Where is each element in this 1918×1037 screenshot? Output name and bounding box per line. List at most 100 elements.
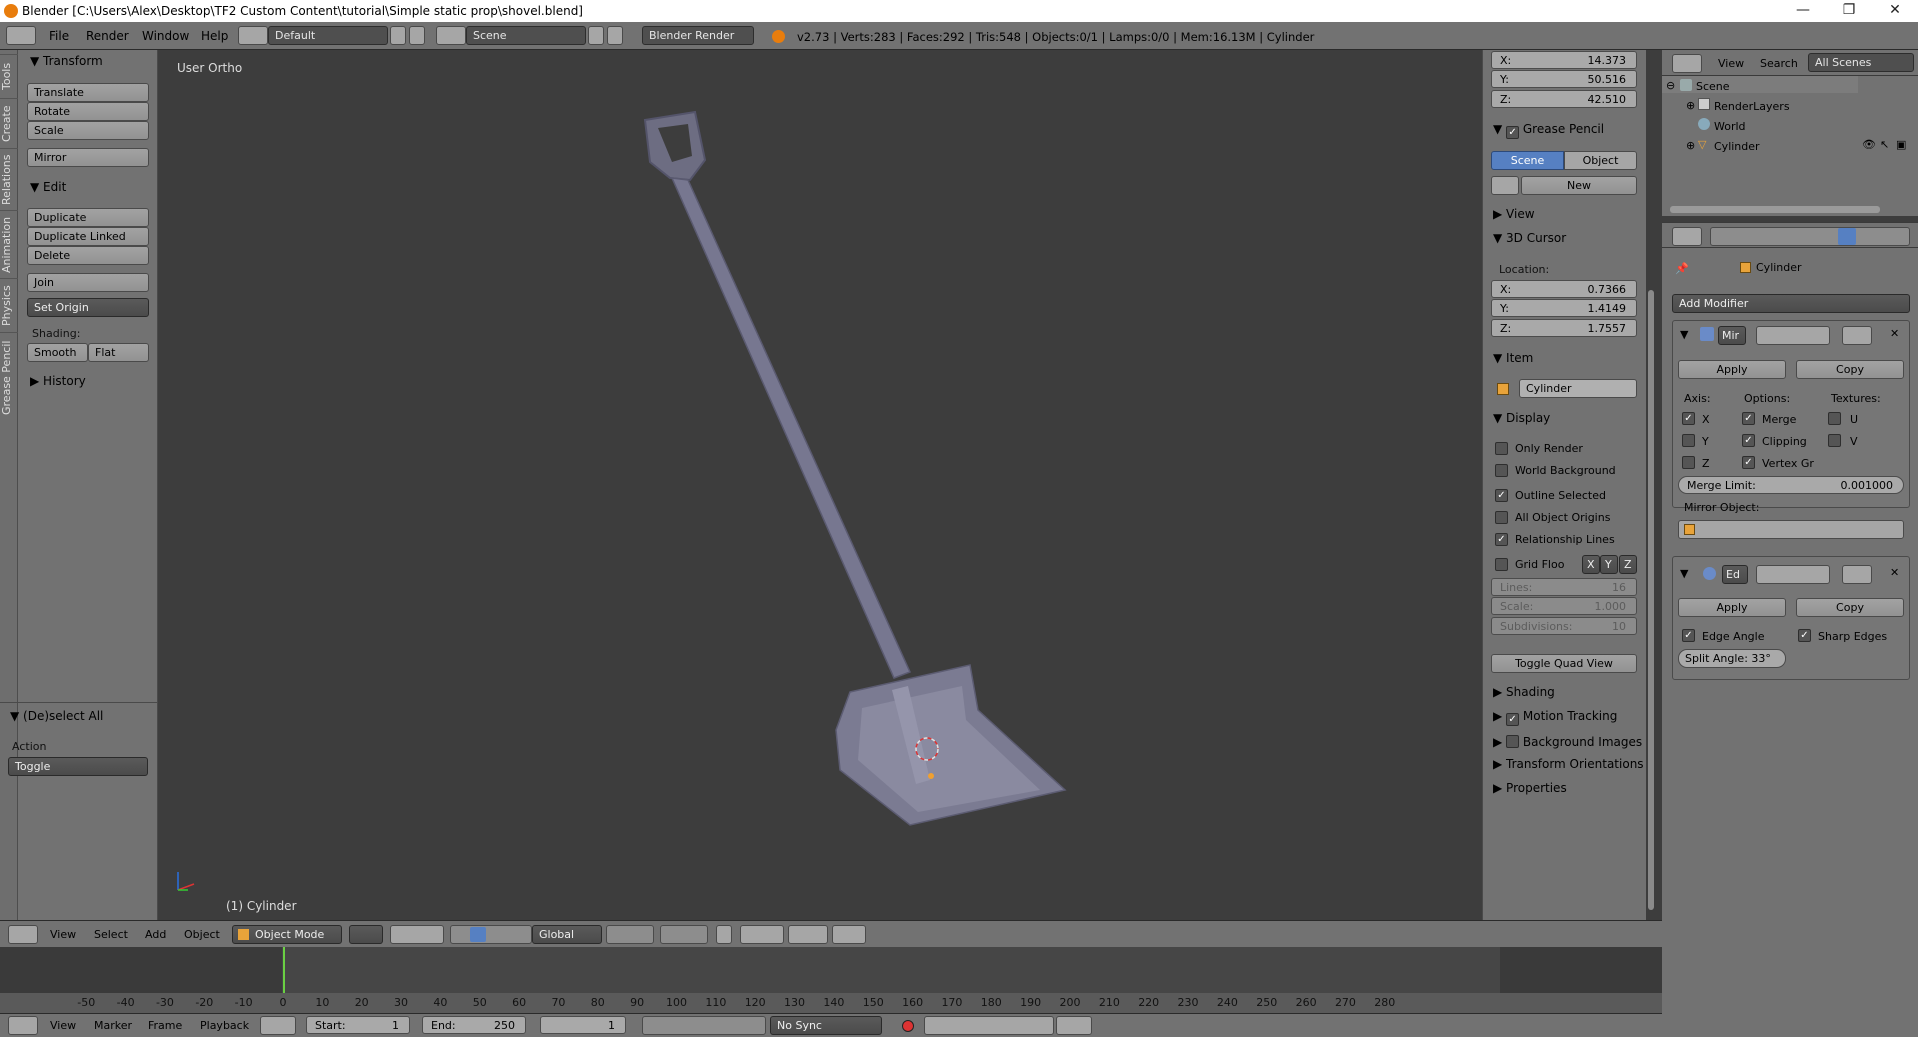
properties-editor-icon[interactable] xyxy=(1672,227,1702,246)
pin-icon[interactable]: 📌 xyxy=(1675,262,1689,275)
world-background-checkbox[interactable] xyxy=(1495,464,1508,477)
translate-manipulator-icon[interactable] xyxy=(470,927,486,942)
pivot-select[interactable] xyxy=(390,925,444,944)
outliner-scrollbar[interactable] xyxy=(1670,206,1880,213)
split-angle-field[interactable]: Split Angle: 33° xyxy=(1678,649,1786,668)
tab-scene[interactable]: Scene xyxy=(1491,151,1564,170)
motion-tracking-checkbox[interactable]: ✓ xyxy=(1506,713,1520,726)
outliner-world[interactable]: World xyxy=(1714,120,1746,133)
visibility-eye-icon[interactable]: 👁 xyxy=(1862,138,1876,151)
outliner-editor-icon[interactable] xyxy=(1672,54,1702,73)
properties-context-tabs[interactable] xyxy=(1710,227,1910,246)
set-origin-dropdown[interactable]: Set Origin xyxy=(27,298,149,317)
viewport-menu-select[interactable]: Select xyxy=(94,928,128,941)
outline-selected-checkbox[interactable]: ✓ xyxy=(1495,489,1508,502)
minimize-button[interactable]: — xyxy=(1780,2,1826,18)
edge-split-apply-button[interactable]: Apply xyxy=(1678,598,1786,617)
proportional-edit-icon[interactable] xyxy=(740,925,784,944)
background-images-checkbox[interactable] xyxy=(1506,735,1520,748)
smooth-button[interactable]: Smooth xyxy=(27,343,88,362)
current-frame-line[interactable] xyxy=(283,947,285,993)
outliner-filter-select[interactable]: All Scenes xyxy=(1808,53,1914,72)
relationship-lines-checkbox[interactable]: ✓ xyxy=(1495,533,1508,546)
grid-floor-checkbox[interactable] xyxy=(1495,558,1508,571)
mirror-copy-button[interactable]: Copy xyxy=(1796,360,1904,379)
mirror-display-toggles[interactable] xyxy=(1756,326,1830,345)
viewport-menu-object[interactable]: Object xyxy=(184,928,220,941)
layers-grid-left[interactable] xyxy=(606,925,654,944)
edit-panel-header[interactable]: ▼ Edit xyxy=(30,180,66,194)
render-preview-icon[interactable] xyxy=(832,925,866,944)
add-scene-icon[interactable] xyxy=(588,26,604,45)
tab-physics[interactable]: Physics xyxy=(0,278,18,332)
add-modifier-dropdown[interactable]: Add Modifier xyxy=(1672,294,1910,313)
sharp-edges-checkbox[interactable]: ✓ xyxy=(1798,629,1811,642)
tab-animation[interactable]: Animation xyxy=(0,210,18,278)
timeline-menu-marker[interactable]: Marker xyxy=(94,1019,132,1032)
rotation-x-field[interactable]: X: 14.373 xyxy=(1491,51,1637,69)
grid-scale-field[interactable]: Scale: 1.000 xyxy=(1491,597,1637,615)
remove-scene-icon[interactable] xyxy=(607,26,623,45)
menu-window[interactable]: Window xyxy=(142,29,189,43)
scene-select[interactable]: Scene xyxy=(466,26,586,45)
timeline-menu-frame[interactable]: Frame xyxy=(148,1019,182,1032)
outliner-view-menu[interactable]: View xyxy=(1718,57,1744,70)
viewport-shading-select[interactable] xyxy=(349,925,383,944)
axis-x-checkbox[interactable]: ✓ xyxy=(1682,412,1695,425)
transform-panel-header[interactable]: ▼ Transform xyxy=(30,54,103,68)
mirror-apply-button[interactable]: Apply xyxy=(1678,360,1786,379)
3d-cursor-panel-header[interactable]: ▼ 3D Cursor xyxy=(1493,231,1566,245)
outliner-cylinder[interactable]: Cylinder xyxy=(1714,140,1760,153)
background-images-panel-header[interactable]: ▶ Background Images xyxy=(1493,733,1642,749)
flat-button[interactable]: Flat xyxy=(88,343,149,362)
cursor-x-field[interactable]: X: 0.7366 xyxy=(1491,280,1637,298)
start-frame-field[interactable]: Start: 1 xyxy=(306,1016,410,1034)
collapse-triangle-icon[interactable]: ▼ xyxy=(1680,328,1688,341)
rotate-button[interactable]: Rotate xyxy=(27,102,149,121)
merge-limit-field[interactable]: Merge Limit: 0.001000 xyxy=(1678,476,1904,494)
expand-icon[interactable]: ⊖ xyxy=(1666,79,1675,92)
scale-button[interactable]: Scale xyxy=(27,121,149,140)
playback-controls[interactable] xyxy=(642,1016,766,1035)
rotation-z-field[interactable]: Z: 42.510 xyxy=(1491,90,1637,108)
join-button[interactable]: Join xyxy=(27,273,149,292)
remove-layout-icon[interactable] xyxy=(409,26,425,45)
cursor-y-field[interactable]: Y: 1.4149 xyxy=(1491,299,1637,317)
snap-icon[interactable] xyxy=(788,925,828,944)
axis-z-checkbox[interactable] xyxy=(1682,456,1695,469)
layout-icon[interactable] xyxy=(238,26,268,45)
action-dropdown[interactable]: Toggle xyxy=(8,757,148,776)
view-panel-header[interactable]: ▶ View xyxy=(1493,207,1535,221)
duplicate-linked-button[interactable]: Duplicate Linked xyxy=(27,227,149,246)
render-camera-icon[interactable]: ▣ xyxy=(1896,138,1906,151)
render-engine-select[interactable]: Blender Render xyxy=(642,26,754,45)
grid-axis-z-toggle[interactable]: Z xyxy=(1619,555,1637,574)
new-grease-pencil-button[interactable]: New xyxy=(1521,176,1637,195)
menu-file[interactable]: File xyxy=(49,29,69,43)
insert-keyframe-icon[interactable] xyxy=(1056,1016,1092,1035)
translate-button[interactable]: Translate xyxy=(27,83,149,102)
layer-lock-icon[interactable] xyxy=(716,925,732,944)
transform-orientation-select[interactable]: Global xyxy=(532,925,602,944)
toggle-quad-view-button[interactable]: Toggle Quad View xyxy=(1491,654,1637,673)
menu-help[interactable]: Help xyxy=(201,29,228,43)
grid-axis-y-toggle[interactable]: Y xyxy=(1600,555,1618,574)
delete-button[interactable]: Delete xyxy=(27,246,149,265)
viewport-menu-add[interactable]: Add xyxy=(145,928,166,941)
shovel-model[interactable] xyxy=(600,100,1080,840)
axis-y-checkbox[interactable] xyxy=(1682,434,1695,447)
rotation-y-field[interactable]: Y: 50.516 xyxy=(1491,70,1637,88)
edge-split-modifier-name[interactable]: Ed xyxy=(1722,565,1748,584)
keying-set-field[interactable] xyxy=(924,1016,1054,1035)
expand-icon[interactable]: ⊕ xyxy=(1686,99,1695,112)
edge-angle-checkbox[interactable]: ✓ xyxy=(1682,629,1695,642)
move-up-down-icon[interactable] xyxy=(1842,565,1872,584)
properties-panel-header[interactable]: ▶ Properties xyxy=(1493,781,1567,795)
outliner-search-menu[interactable]: Search xyxy=(1760,57,1798,70)
cursor-z-field[interactable]: Z: 1.7557 xyxy=(1491,319,1637,337)
manipulator-toggles[interactable] xyxy=(450,925,532,944)
mirror-button[interactable]: Mirror xyxy=(27,148,149,167)
auto-keying-record-icon[interactable] xyxy=(902,1020,914,1032)
object-name-field[interactable]: Cylinder xyxy=(1519,379,1637,398)
viewport-editor-icon[interactable] xyxy=(8,925,38,944)
